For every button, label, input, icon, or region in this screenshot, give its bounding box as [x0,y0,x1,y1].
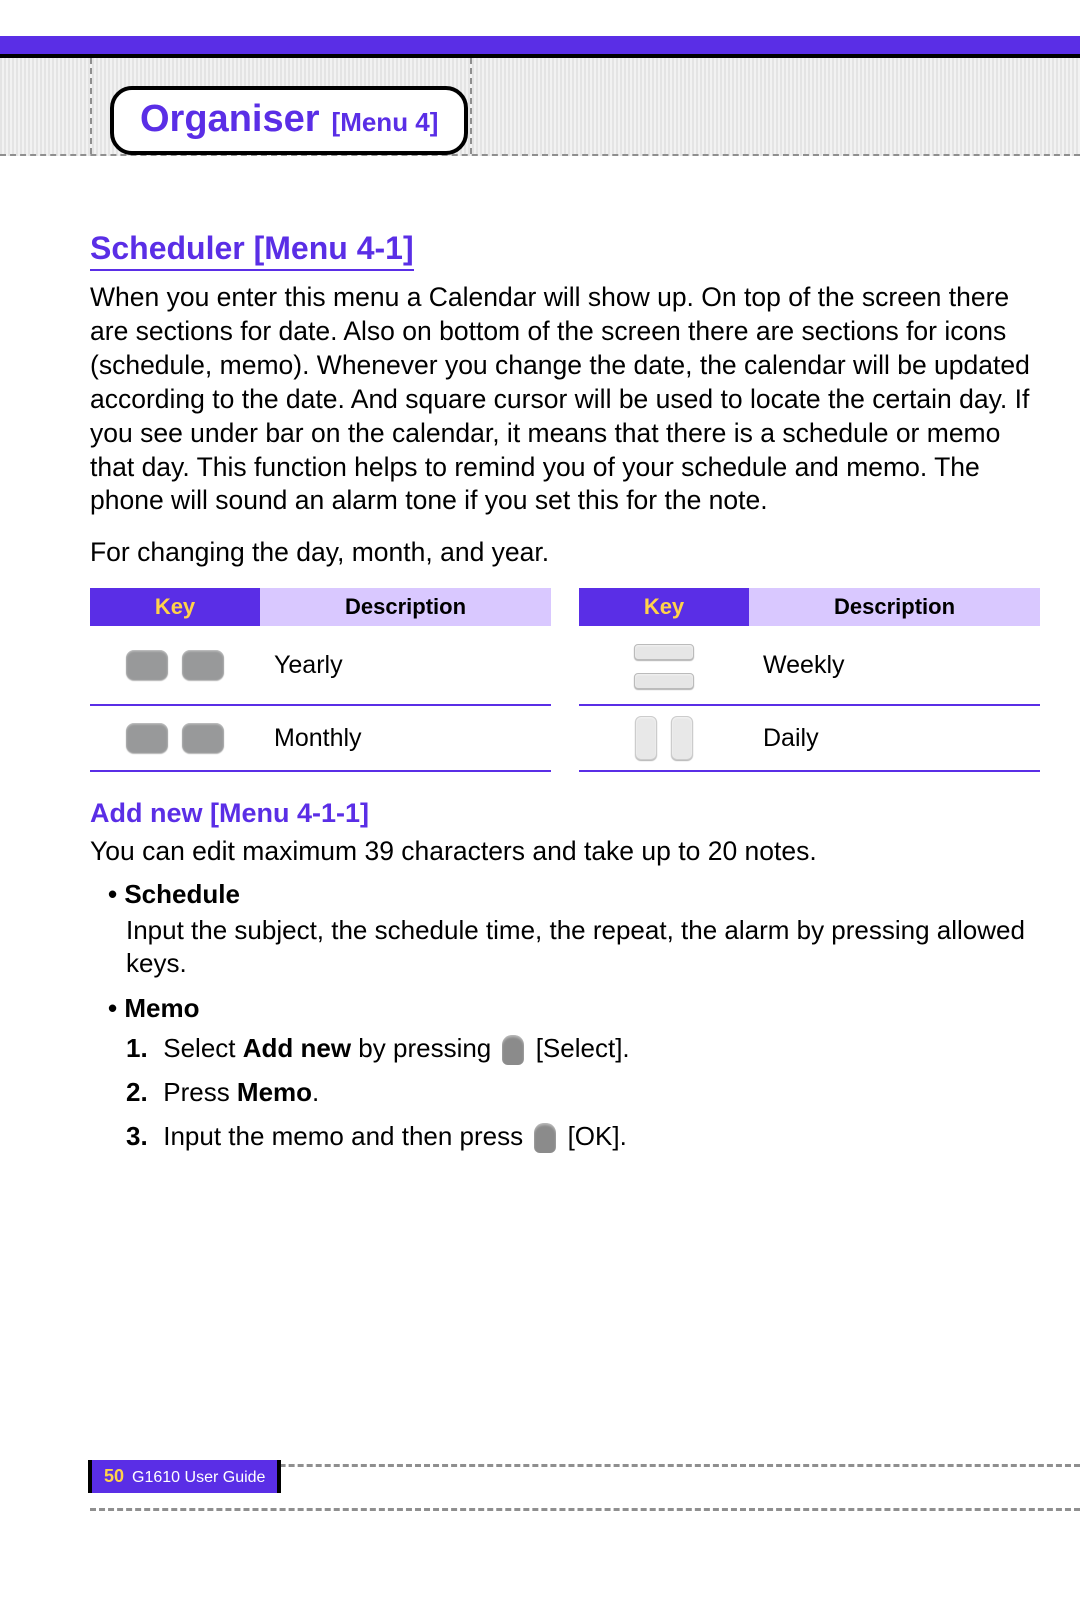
num-key-3-icon [182,650,224,680]
bullet-schedule-text: Input the subject, the schedule time, th… [126,914,1040,981]
step-1: 1. Select Add new by pressing [Select]. [126,1028,1040,1068]
step-text: Press [163,1077,237,1107]
header-band: Organiser [Menu 4] [0,58,1080,156]
page-number: 50 [104,1466,124,1487]
bullet-memo-label: Memo [108,993,1040,1024]
hash-key-icon [182,723,224,753]
chapter-title: Organiser [140,98,320,141]
step-text: . [312,1077,319,1107]
step-number: 1. [126,1028,156,1068]
desc-yearly: Yearly [260,626,551,705]
step-suffix: [Select]. [528,1033,629,1063]
step-bold: Memo [237,1077,312,1107]
step-text: Input the memo and then press [163,1121,530,1151]
desc-monthly: Monthly [260,705,551,771]
top-purple-bar [0,36,1080,54]
key-icon-cell [90,705,260,771]
nav-key-up-icon [635,716,657,760]
step-bold: Add new [243,1033,351,1063]
step-suffix: [OK]. [560,1121,626,1151]
subsection-heading: Add new [Menu 4-1-1] [90,798,1040,829]
paragraph-intro: When you enter this menu a Calendar will… [90,281,1040,518]
nav-key-bottom-icon [634,673,694,689]
desc-daily: Daily [749,705,1040,771]
nav-key-down-icon [671,716,693,760]
page-number-tab: 50 G1610 User Guide [92,1460,277,1493]
key-icon-cell [579,626,749,705]
softkey-icon [502,1035,524,1065]
th-desc-right: Description [749,588,1040,626]
step-text: by pressing [351,1033,498,1063]
th-key-right: Key [579,588,749,626]
chapter-menu: [Menu 4] [332,107,439,138]
key-icon-cell [90,626,260,705]
step-text: Select [163,1033,243,1063]
nav-key-top-icon [634,644,694,660]
step-2: 2. Press Memo. [126,1072,1040,1112]
key-description-table: Key Description Key Description Yearly W… [90,588,1040,772]
memo-steps: 1. Select Add new by pressing [Select]. … [126,1028,1040,1157]
star-key-icon [126,723,168,753]
th-desc-left: Description [260,588,551,626]
subsection-intro: You can edit maximum 39 characters and t… [90,835,1040,869]
num-key-1-icon [126,650,168,680]
content-area: Scheduler [Menu 4-1] When you enter this… [90,230,1040,1161]
step-number: 3. [126,1116,156,1156]
chapter-badge: Organiser [Menu 4] [110,86,468,155]
th-key-left: Key [90,588,260,626]
guide-name: G1610 User Guide [132,1469,265,1487]
softkey-icon [534,1123,556,1153]
bullet-schedule-label: Schedule [108,879,1040,910]
step-3: 3. Input the memo and then press [OK]. [126,1116,1040,1156]
key-icon-cell [579,705,749,771]
paragraph-leadin: For changing the day, month, and year. [90,536,1040,570]
desc-weekly: Weekly [749,626,1040,705]
section-heading: Scheduler [Menu 4-1] [90,230,414,271]
step-number: 2. [126,1072,156,1112]
